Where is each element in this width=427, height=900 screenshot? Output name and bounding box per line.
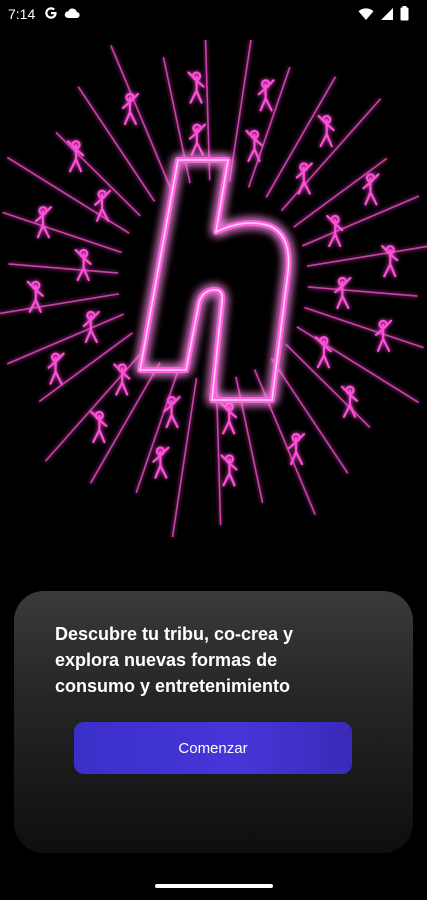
dancer-figures	[26, 71, 399, 487]
status-right-icons	[358, 6, 409, 21]
dancer-figure	[257, 79, 275, 112]
dancer-figure	[220, 454, 238, 487]
wifi-icon	[358, 7, 374, 21]
light-ray	[89, 362, 161, 484]
hero-illustration	[0, 40, 427, 540]
light-ray	[296, 326, 420, 404]
light-ray	[235, 376, 264, 503]
google-icon	[44, 6, 58, 20]
status-left-icons	[44, 6, 80, 20]
dancer-figure	[82, 310, 100, 344]
dancer-figure	[362, 173, 380, 206]
dancer-figure	[121, 92, 140, 126]
light-ray	[8, 263, 119, 274]
light-ray	[306, 245, 427, 267]
light-ray	[301, 195, 420, 247]
onboarding-card: Descubre tu tribu, co-crea y explora nue…	[14, 591, 413, 853]
dancer-figure	[314, 336, 333, 369]
light-ray	[285, 343, 371, 429]
dancer-figure	[47, 352, 65, 385]
onboarding-headline: Descubre tu tribu, co-crea y explora nue…	[55, 624, 294, 696]
light-ray	[270, 358, 349, 474]
neon-burst	[0, 40, 427, 538]
light-ray	[0, 293, 120, 315]
light-ray	[44, 348, 146, 462]
light-ray	[6, 156, 130, 234]
signal-icon	[380, 7, 394, 21]
dancer-figure	[90, 410, 108, 444]
dancer-figure	[220, 402, 238, 435]
dancer-figure	[188, 123, 206, 156]
light-ray	[110, 45, 173, 191]
status-bar: 7:14	[0, 0, 427, 30]
status-time: 7:14	[8, 6, 36, 22]
dancer-figure	[74, 248, 92, 282]
light-ray	[228, 40, 252, 182]
light-ray	[304, 306, 424, 349]
dancer-figure	[187, 71, 205, 104]
dancer-figure	[34, 206, 53, 239]
light-ray	[280, 98, 382, 212]
dancer-figure	[334, 276, 352, 310]
cloud-icon	[64, 7, 80, 19]
start-button[interactable]: Comenzar	[74, 722, 352, 774]
dancer-figure	[317, 114, 335, 148]
light-ray	[77, 86, 156, 202]
dancer-figure	[381, 245, 399, 278]
light-ray	[253, 369, 316, 515]
light-ray	[6, 313, 125, 365]
light-ray	[2, 211, 122, 254]
dancer-figure	[152, 446, 170, 479]
home-indicator[interactable]	[155, 884, 273, 888]
light-ray	[307, 286, 418, 297]
dancer-figure	[326, 214, 344, 248]
battery-icon	[400, 6, 409, 21]
